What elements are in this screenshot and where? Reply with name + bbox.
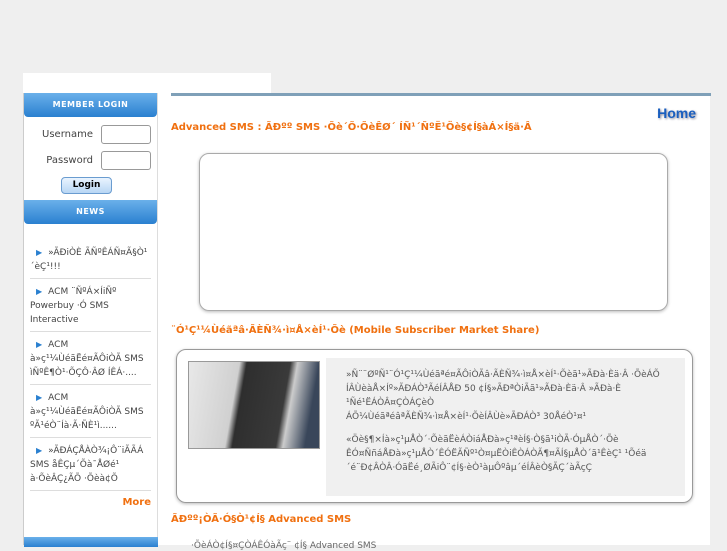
news-header: NEWS <box>24 200 157 224</box>
paragraph: »Ñ¨¨ØºÑ¹¨Ó¹Ç¹¼Ùéãªé¤ÃÔiÒÃâ·ÃÈÑ¾·ì¤Å×èÍ¹·… <box>346 370 660 380</box>
arrow-icon: ▶ <box>36 287 43 296</box>
market-share-box: »Ñ¨¨ØºÑ¹¨Ó¹Ç¹¼Ùéãªé¤ÃÔiÒÃâ·ÃÈÑ¾·ì¤Å×èÍ¹·… <box>176 349 693 503</box>
main-content: Home Advanced SMS : ÃÐºº SMS ·Õè´Õ·ÕèÊØ´… <box>171 93 711 551</box>
login-button[interactable]: Login <box>61 177 112 194</box>
news-item[interactable]: ▶ »ÃÐiÒÈ ÃÑºÊÁÑ¤Ã§Ò¹ ´èÇ¹!!! <box>30 240 151 279</box>
news-link[interactable]: ACM ¨ÑºÁ×ÍiÑº Powerbuy ·Ó SMS Interactiv… <box>30 287 116 325</box>
username-input[interactable] <box>101 125 151 144</box>
body-text: ·ÕèÁÒ¢Í§¤ÇÒÁÊÓàÃç¨ ¢Í§ Advanced SMS <box>191 541 377 551</box>
home-link[interactable]: Home <box>657 105 696 121</box>
news-link[interactable]: »ÃÐÁÇÅÀÒ¾¡Ô¨iÃÃÁ SMS åÊÇµ´Õà¯ÅØé¹ à·ÕèÂÇ… <box>30 446 143 484</box>
market-share-text: »Ñ¨¨ØºÑ¹¨Ó¹Ç¹¼Ùéãªé¤ÃÔiÒÃâ·ÃÈÑ¾·ì¤Å×èÍ¹·… <box>326 358 685 496</box>
section-title-system: ÃÐºº¡ÒÃ·Ó§Ò¹¢Í§ Advanced SMS <box>171 514 352 525</box>
paragraph: ÍÂÙèàÅ×Íº»ÃÐÁÒ³ÃéÍÂÅÐ 50 ¢Í§»ÃÐªÒiÃã¹»ÃÐ… <box>346 384 621 408</box>
next-section-header <box>24 537 158 547</box>
news-item[interactable]: ▶ ACM à»ç¹¼ÙéãËé¤ÃÔiÒÃ SMS ìÑºÊ¶Ò¹·ÕÇÔ·ÂØ… <box>30 332 151 385</box>
news-list: ▶ »ÃÐiÒÈ ÃÑºÊÁÑ¤Ã§Ò¹ ´èÇ¹!!! ▶ ACM ¨ÑºÁ×Íi… <box>24 224 157 508</box>
password-input[interactable] <box>101 151 151 170</box>
member-login-header: MEMBER LOGIN <box>24 93 157 117</box>
section-title-advanced-sms: Advanced SMS : ÃÐºº SMS ·Õè´Õ·ÕèÊØ´ ÍÑ¹´… <box>171 122 532 133</box>
news-item[interactable]: ▶ ACM ¨ÑºÁ×ÍiÑº Powerbuy ·Ó SMS Interacti… <box>30 279 151 332</box>
news-link[interactable]: ACM à»ç¹¼ÙéãËé¤ÃÔiÒÃ SMS ìÑºÊ¶Ò¹·ÕÇÔ·ÂØ … <box>30 340 144 378</box>
login-form: Username Password Login <box>24 117 157 200</box>
paragraph: «Öè§¶×Íà»ç¹µÅÒ´·ÕèãËèÁÒiáÅÐà»ç¹ªèÍ§·Ò§ã¹… <box>346 435 647 473</box>
top-banner <box>23 73 271 93</box>
news-item[interactable]: ▶ ACM à»ç¹¼ÙéãËé¤ÃÔiÒÃ SMS ºÃ¹éÒ¨Íà·Ã·ÑÈ¹… <box>30 385 151 438</box>
more-link[interactable]: More <box>30 491 151 508</box>
arrow-icon: ▶ <box>36 248 43 257</box>
news-link[interactable]: »ÃÐiÒÈ ÃÑºÊÁÑ¤Ã§Ò¹ ´èÇ¹!!! <box>30 248 147 272</box>
person-with-phone-image <box>188 361 320 449</box>
section-title-market-share: ¨Ó¹Ç¹¼Ùéãªâ·ÃÈÑ¾·ì¤Å×èÍ¹·Õè (Mobile Subs… <box>171 325 540 336</box>
paragraph: ÁÕ¼ÙéãªéâªÃÈÑ¾·ì¤Å×èÍ¹·ÕèÍÂÙè»ÃÐÁÒ³ 30Åé… <box>346 412 587 422</box>
sidebar: MEMBER LOGIN Username Password Login NEW… <box>24 93 158 547</box>
news-link[interactable]: ACM à»ç¹¼ÙéãËé¤ÃÔiÒÃ SMS ºÃ¹éÒ¨Íà·Ã·ÑÈ¹ì… <box>30 393 144 431</box>
arrow-icon: ▶ <box>36 393 43 402</box>
header-divider <box>171 93 711 96</box>
arrow-icon: ▶ <box>36 340 43 349</box>
page: MEMBER LOGIN Username Password Login NEW… <box>23 93 711 551</box>
password-label: Password <box>46 155 93 166</box>
username-label: Username <box>42 129 93 140</box>
arrow-icon: ▶ <box>36 446 43 455</box>
media-frame <box>199 153 668 311</box>
news-item[interactable]: ▶ »ÃÐÁÇÅÀÒ¾¡Ô¨iÃÃÁ SMS åÊÇµ´Õà¯ÅØé¹ à·ÕèÂ… <box>30 438 151 491</box>
